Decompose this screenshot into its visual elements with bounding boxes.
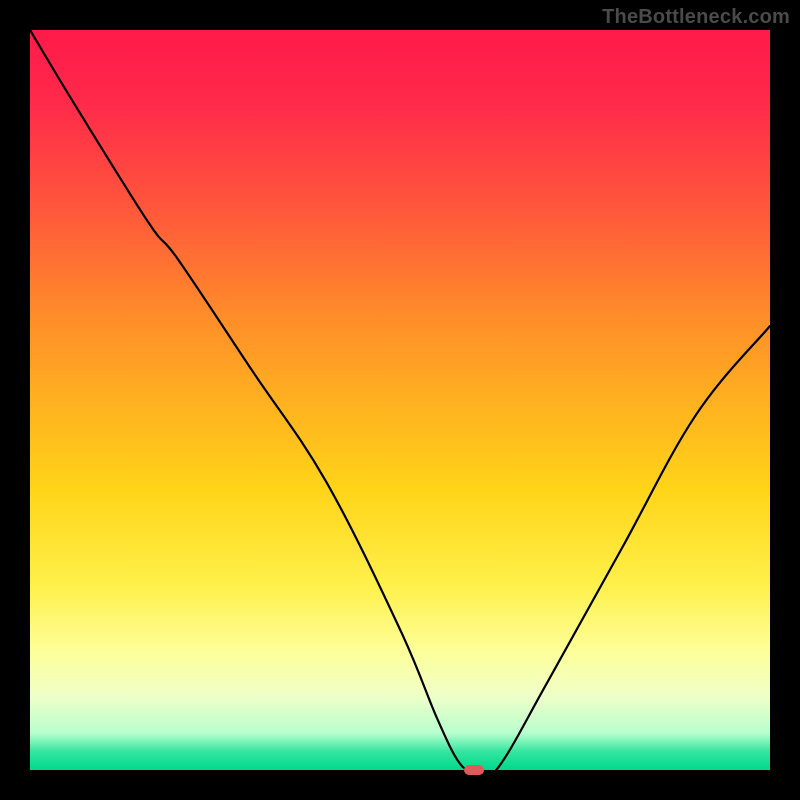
watermark-text: TheBottleneck.com: [602, 6, 790, 29]
optimal-point-marker: [464, 765, 484, 775]
plot-area: [30, 30, 770, 770]
bottleneck-curve-path: [30, 30, 770, 777]
chart-frame: TheBottleneck.com: [0, 0, 800, 800]
bottleneck-curve-svg: [30, 30, 770, 770]
